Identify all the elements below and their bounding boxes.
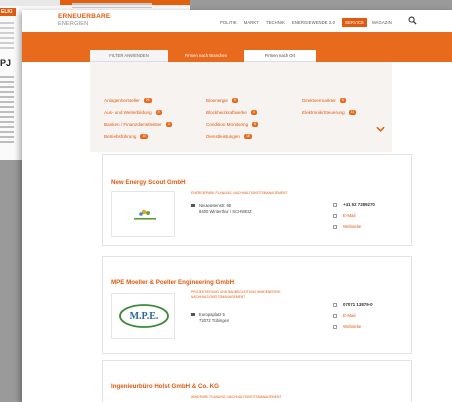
company-phone[interactable]: +41 52 7289270 (343, 199, 375, 210)
tab-location[interactable]: Firmen nach Ort (244, 50, 316, 62)
filter-count-badge: 4 (250, 109, 257, 115)
company-contact: +41 52 7289270 E-Mail Webseite (333, 199, 375, 232)
nav-item-energiewende[interactable]: ENERGIEWENDE 2.0 (292, 20, 335, 25)
globe-icon (333, 224, 337, 229)
filter-column-1: Anlagenhersteller 25 Aus- und Weiterbildu… (104, 94, 172, 142)
filter-count-badge: 9 (155, 109, 162, 115)
filter-label: Direktvermarkter (302, 97, 336, 103)
tab-branches[interactable]: Firmen nach Branchen (168, 50, 244, 62)
site-logo[interactable]: ERNEUERBARE ENERGIEN (58, 13, 111, 27)
company-email-link[interactable]: E-Mail (343, 310, 355, 321)
company-category: PROJEKTIERUNG UND BAUBEGLEITUNG WINDENER… (191, 290, 282, 299)
mail-icon (333, 313, 337, 318)
company-website-link[interactable]: Webseite (343, 221, 361, 232)
filter-count-badge: 9 (231, 97, 238, 103)
address-city: 8400 Winterthur / SCHWEIZ (199, 209, 252, 214)
company-title[interactable]: MPE Moeller & Poeller Engineering GmbH (111, 279, 234, 286)
filter-label: Aus- und Weiterbildung (104, 109, 152, 115)
chevron-down-icon[interactable] (376, 126, 385, 132)
nav-item-service[interactable]: SERVICE (342, 18, 368, 27)
filter-item[interactable]: Aus- und Weiterbildung 9 (104, 106, 172, 118)
filter-item[interactable]: Bioenergie 9 (206, 94, 258, 106)
company-logo: M.P.E. (111, 293, 175, 339)
mail-icon (333, 213, 337, 218)
filter-count-badge: 11 (348, 109, 357, 115)
nav-item-technik[interactable]: TECHNIK (266, 20, 285, 25)
main-nav: POLITIK MARKT TECHNIK ENERGIEWENDE 2.0 S… (220, 18, 399, 27)
logo-line2: ENERGIEN (58, 20, 89, 27)
filter-item[interactable]: Direktvermarkter 6 (302, 94, 356, 106)
filter-count-badge: 3 (165, 121, 172, 127)
filter-item[interactable]: Blockheizkraftwerke 4 (206, 106, 258, 118)
site-header: ERNEUERBARE ENERGIEN POLITIK MARKT TECHN… (22, 10, 452, 32)
filter-item[interactable]: Elektronik/Steuerung 11 (302, 106, 357, 118)
company-directory-page: ERNEUERBARE ENERGIEN POLITIK MARKT TECHN… (22, 10, 452, 402)
company-title[interactable]: New Energy Scout GmbH (111, 179, 186, 186)
phone-icon (333, 302, 337, 307)
filter-label: Condition Monitoring (206, 121, 249, 127)
filter-count-badge: 8 (252, 121, 259, 127)
directory-tabs: FILTER ANWENDEN Firmen nach Branchen Fir… (90, 50, 392, 62)
logo-line1: ERNEUERBARE (58, 13, 111, 20)
filter-label: Blockheizkraftwerke (206, 109, 247, 115)
new-energy-scout-logo (134, 209, 156, 220)
filter-item[interactable]: Anlagenhersteller 25 (104, 94, 172, 106)
mpe-logo: M.P.E. (119, 304, 169, 328)
tab-filter[interactable]: FILTER ANWENDEN (90, 50, 168, 62)
filter-item[interactable]: Banken / Finanzdienstleister 3 (104, 118, 172, 130)
company-address: Neuwiesenstr. 95 8400 Winterthur / SCHWE… (191, 203, 252, 215)
company-phone[interactable]: 07071 13879-0 (343, 299, 373, 310)
filter-column-2: Bioenergie 9 Blockheizkraftwerke 4 Conditi… (206, 94, 259, 142)
globe-icon (333, 324, 337, 329)
filter-item[interactable]: Dienstleistungen 18 (206, 130, 258, 142)
filter-item[interactable]: Betriebsführung 10 (104, 130, 172, 142)
branch-filter-panel: Anlagenhersteller 25 Aus- und Weiterbildu… (90, 62, 392, 152)
filter-count-badge: 18 (243, 133, 252, 139)
background-sidebar-lines (0, 22, 14, 52)
company-email-link[interactable]: E-Mail (343, 210, 355, 221)
filter-column-3: Direktvermarkter 6 Elektronik/Steuerung 11 (302, 94, 357, 118)
nav-item-politik[interactable]: POLITIK (220, 20, 237, 25)
address-card-icon (191, 204, 195, 208)
address-city: 72072 Tübingen (199, 318, 230, 323)
filter-label: Betriebsführung (104, 133, 137, 139)
search-icon[interactable] (408, 16, 417, 25)
address-card-icon (191, 313, 195, 317)
company-contact: 07071 13879-0 E-Mail Webseite (333, 299, 373, 332)
company-logo (111, 191, 175, 237)
company-card[interactable]: Ingenieurbüro Holst GmbH & Co. KG WINDPA… (102, 360, 412, 402)
company-website-link[interactable]: Webseite (343, 321, 361, 332)
phone-icon (333, 202, 337, 207)
filter-label: Anlagenhersteller (104, 97, 140, 103)
company-card[interactable]: MPE Moeller & Poeller Engineering GmbH M… (102, 256, 412, 354)
svg-text:M.P.E.: M.P.E. (130, 311, 159, 322)
background-bold-text: PJ (0, 58, 12, 68)
background-badge: ELKI (0, 8, 16, 16)
company-address: Europaplatz 5 72072 Tübingen (191, 312, 229, 324)
nav-item-magazin[interactable]: MAGAZIN (372, 20, 392, 25)
filter-count-badge: 10 (140, 133, 149, 139)
nav-item-markt[interactable]: MARKT (244, 20, 259, 25)
company-title[interactable]: Ingenieurbüro Holst GmbH & Co. KG (111, 383, 219, 390)
filter-label: Banken / Finanzdienstleister (104, 121, 162, 127)
company-category: WINDPARK PLANUNG, NACHHALTIGKEITSMANAGEM… (191, 395, 282, 399)
filter-count-badge: 6 (339, 97, 346, 103)
filter-label: Dienstleistungen (206, 133, 240, 139)
filter-label: Bioenergie (206, 97, 228, 103)
filter-label: Elektronik/Steuerung (302, 109, 345, 115)
address-street: Europaplatz 5 (199, 312, 225, 317)
address-street: Neuwiesenstr. 95 (199, 203, 232, 208)
company-category: ENERGIEPARK PLANUNG, NACHHALTIGKEITSMANA… (191, 191, 288, 195)
filter-count-badge: 25 (143, 97, 152, 103)
filter-item[interactable]: Condition Monitoring 8 (206, 118, 259, 130)
background-sidebar-lines-lower (0, 76, 14, 146)
company-card[interactable]: New Energy Scout GmbH ENERGIEPARK PLANUN… (102, 154, 412, 246)
